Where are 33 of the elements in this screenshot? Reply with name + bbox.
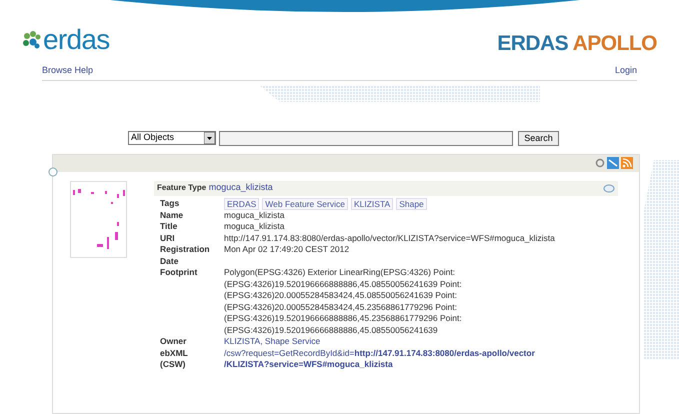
field-value: http://147.91.174.83:8080/erdas-apollo/vector/KLIZISTA?service=WFS#moguca_klizista bbox=[224, 232, 555, 244]
tag-link[interactable]: KLIZISTA bbox=[350, 198, 394, 210]
scope-dropdown[interactable]: All Objects bbox=[128, 131, 216, 145]
feature-type-label: Feature Type bbox=[157, 183, 206, 192]
rss-icon[interactable] bbox=[621, 157, 633, 169]
field-value: Mon Apr 02 17:49:20 CEST 2012 bbox=[224, 244, 350, 256]
field-label: URI bbox=[160, 232, 176, 244]
product-title: ERDAS APOLLO bbox=[497, 33, 657, 54]
field-value: moguca_klizista bbox=[224, 221, 284, 232]
dots-logo-icon bbox=[22, 31, 42, 49]
logo-text: erdas bbox=[43, 26, 110, 54]
field-label: Name bbox=[160, 210, 184, 221]
login-link[interactable]: Login bbox=[614, 64, 637, 78]
field-label: Footprint bbox=[160, 267, 198, 279]
field-label: Tags bbox=[160, 198, 180, 210]
field-link[interactable]: /csw?request=GetRecordById&id=http://147.91.174.83:8080/erdas-apollo/vector /KLIZISTA?service=WFS#moguca_klizista bbox=[224, 348, 535, 370]
browse-help-link[interactable]: Browse Help bbox=[42, 64, 94, 78]
field-label: Owner bbox=[160, 336, 188, 348]
field-label: Registration Date bbox=[160, 244, 211, 267]
field-label: Title bbox=[160, 221, 178, 232]
search-field[interactable] bbox=[219, 130, 513, 146]
feature-type-link[interactable]: moguca_klizista bbox=[208, 182, 273, 192]
toggle-icon[interactable] bbox=[603, 184, 615, 192]
field-value: moguca_klizista bbox=[224, 210, 284, 221]
field-value: Polygon(EPSG:4326) Exterior LinearRing(EPSG:4326) Point: (EPSG:4326)19.520196666888886,45.08550056241639 Point: (EPSG:4326)20.00055284583424,45.08550056241639 Point: (EPSG:4326)20.00055284583424,45.23568861779296 Point: (EPSG:4326)19.520196666888886,45.23568861779296 Point: (EPSG:4326)19.520196666888886,45.08550056241639 bbox=[224, 267, 462, 336]
search-button[interactable]: Search bbox=[518, 130, 559, 146]
dropdown-arrow-icon bbox=[204, 132, 215, 144]
collapse-icon[interactable] bbox=[48, 166, 58, 176]
tag-link[interactable]: Shape bbox=[396, 198, 427, 210]
field-label: ebXML (CSW) bbox=[160, 348, 189, 370]
tag-link[interactable]: ERDAS bbox=[224, 198, 260, 210]
tag-link[interactable]: Web Feature Service bbox=[262, 198, 348, 210]
field-link[interactable]: KLIZISTA, Shape Service bbox=[224, 336, 320, 348]
